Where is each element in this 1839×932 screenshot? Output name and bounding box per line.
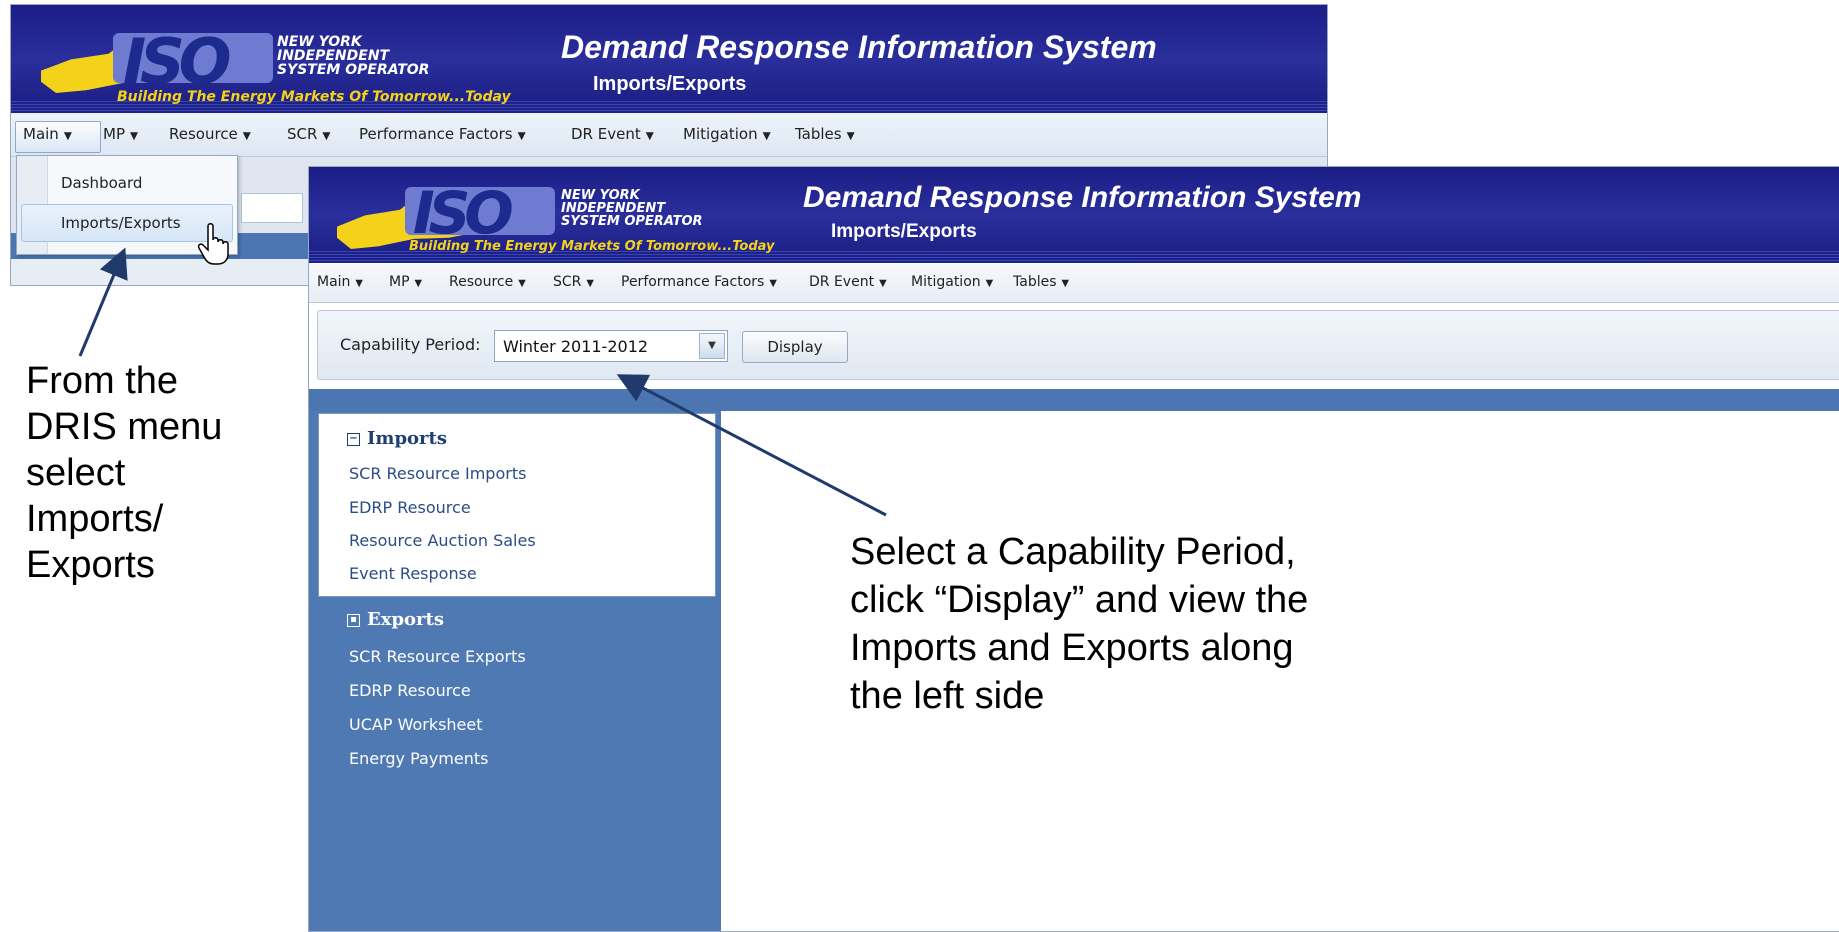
annotation-right: Select a Capability Period, click “Displ… <box>850 531 1309 717</box>
arrow-to-capability-select <box>616 374 887 517</box>
annotation-arrows <box>78 247 887 517</box>
annotation-left: From the DRIS menu select Imports/ Expor… <box>26 360 223 586</box>
arrow-to-menu-item <box>78 247 128 357</box>
